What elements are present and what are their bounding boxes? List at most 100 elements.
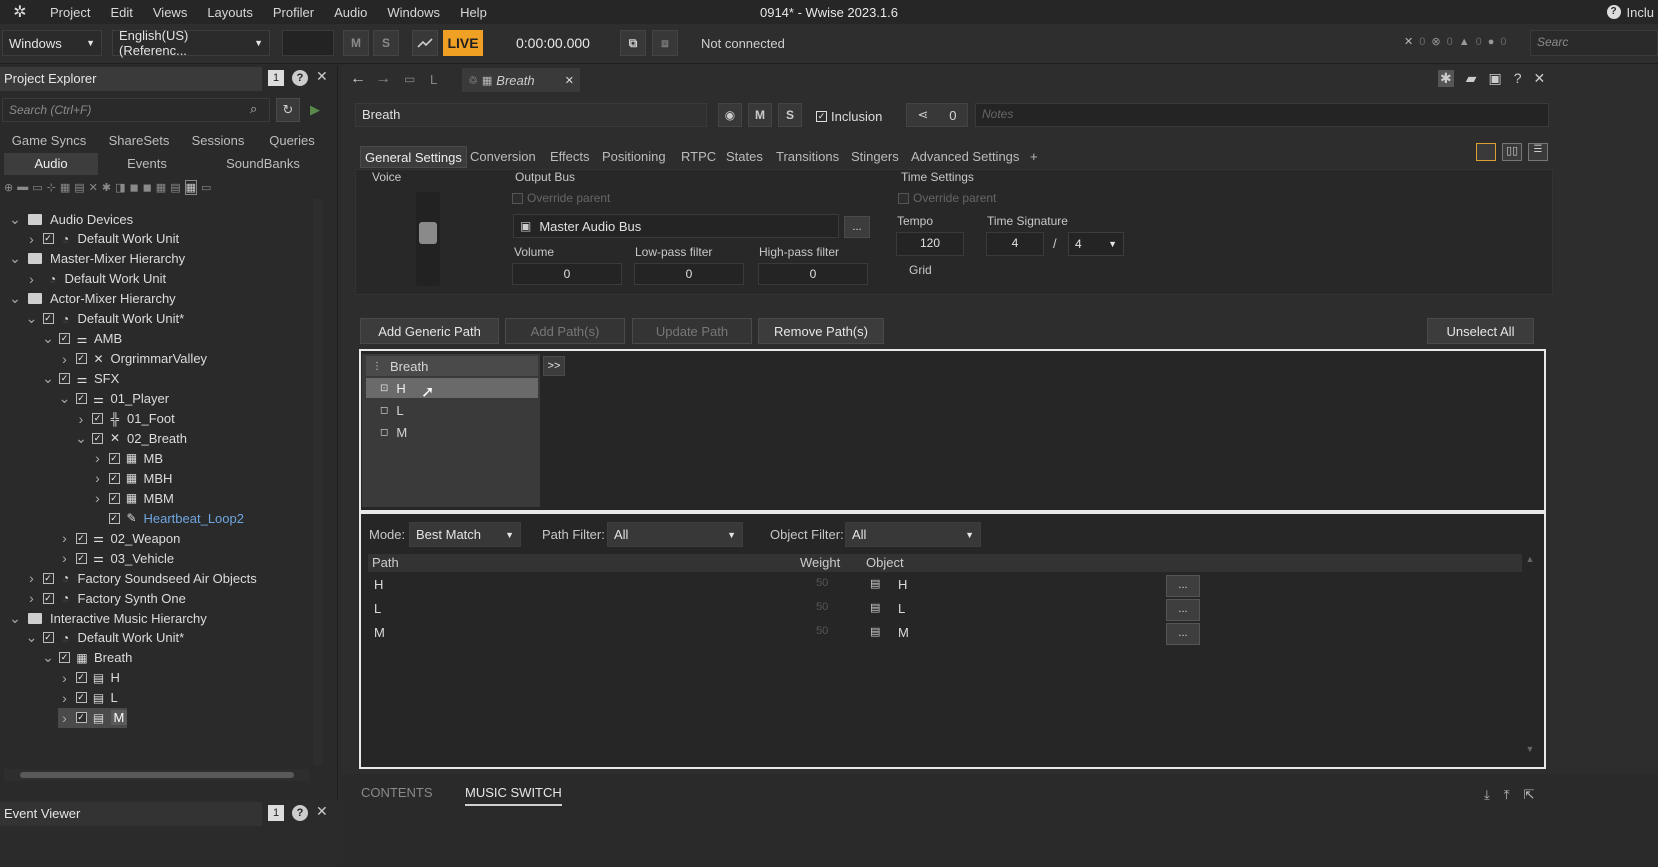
save-icon[interactable]: ▣ <box>1489 70 1502 87</box>
object-cell[interactable]: L <box>898 601 905 616</box>
object-cell[interactable]: H <box>898 577 907 592</box>
pin-icon[interactable]: ✱ <box>1438 70 1454 87</box>
help-icon[interactable]: ? <box>292 70 308 86</box>
menu-windows[interactable]: Windows <box>377 5 450 20</box>
forward-arrow-icon[interactable]: → <box>375 70 391 88</box>
chevron-right-icon[interactable]: › <box>74 411 88 427</box>
upload-icon[interactable]: ⤒ <box>1504 787 1510 803</box>
tree-item[interactable]: ⌄ Interactive Music Hierarchy <box>8 608 207 628</box>
help-icon[interactable]: ? <box>1514 70 1522 87</box>
include-checkbox[interactable]: ✓ <box>92 432 103 444</box>
time-signature-numerator[interactable]: 4 <box>986 232 1044 256</box>
chevron-right-icon[interactable]: › <box>58 690 72 706</box>
editor-tab-breath[interactable]: ♲ ▦ Breath ✕ <box>462 68 580 92</box>
music-icon[interactable]: ◼ <box>130 181 139 194</box>
column-weight[interactable]: Weight <box>800 555 840 570</box>
tree-item[interactable]: › ✓ ⚌ 03_Vehicle <box>58 548 174 568</box>
switch-icon[interactable]: ✕ <box>89 181 98 194</box>
tab-general-settings[interactable]: General Settings <box>360 146 467 168</box>
object-browse-button[interactable]: ... <box>1166 623 1200 645</box>
event-viewer-pin[interactable]: 1 <box>268 805 284 821</box>
track-icon[interactable]: ▦ <box>156 181 166 194</box>
chevron-right-icon[interactable]: › <box>91 490 105 506</box>
mode-select[interactable]: Best Match ▼ <box>409 522 521 547</box>
tab-effects[interactable]: Effects <box>546 146 594 168</box>
info-icon[interactable]: ● <box>1488 36 1495 48</box>
weight-cell[interactable]: 50 <box>816 601 828 613</box>
include-checkbox[interactable]: ✓ <box>75 552 87 564</box>
close-icon[interactable]: ✕ <box>316 68 328 85</box>
include-checkbox[interactable]: ✓ <box>59 333 70 345</box>
tree-item[interactable]: › ✓ ╬ 01_Foot <box>74 409 175 429</box>
chevron-right-icon[interactable]: › <box>25 590 39 606</box>
menu-project[interactable]: Project <box>40 5 100 20</box>
folder-icon[interactable]: ▬ <box>17 181 28 193</box>
sound-icon[interactable]: ◨ <box>115 181 125 194</box>
chevron-down-icon[interactable]: ⌄ <box>8 290 22 307</box>
include-checkbox[interactable]: ✓ <box>108 472 120 484</box>
chevron-right-icon[interactable]: › <box>25 231 39 247</box>
chevron-down-icon[interactable]: ⌄ <box>74 430 88 447</box>
close-icon[interactable]: ✕ <box>316 803 328 820</box>
tree-item[interactable]: ⌄ ✓ ⚌ 01_Player <box>58 389 169 409</box>
chevron-down-icon[interactable]: ⌄ <box>41 330 55 347</box>
editor-solo-button[interactable]: S <box>778 103 802 127</box>
path-filter-select[interactable]: All ▼ <box>607 522 743 547</box>
live-button[interactable]: LIVE <box>443 30 483 56</box>
chevron-down-icon[interactable]: ⌄ <box>25 310 39 327</box>
table-row[interactable]: H 50 ▤ H <box>368 574 1538 598</box>
weight-cell[interactable]: 50 <box>816 625 828 637</box>
tree-item[interactable]: ✓ ✎ Heartbeat_Loop2 <box>91 508 244 528</box>
chevron-right-icon[interactable]: › <box>58 530 72 546</box>
download-icon[interactable]: ⤓ <box>1484 787 1490 803</box>
open-folder-icon[interactable]: ▰ <box>1466 70 1477 87</box>
actor-mixer-icon[interactable]: ⊹ <box>47 181 56 194</box>
override-parent-checkbox[interactable]: Override parent <box>512 191 610 205</box>
tree-item[interactable]: ⌄ ✓ ✕ 02_Breath <box>74 428 187 448</box>
remote-connect-icon[interactable]: ⧉ <box>620 30 646 56</box>
tab-states[interactable]: States <box>722 146 767 168</box>
highpass-field[interactable]: 0 <box>758 263 868 285</box>
include-checkbox[interactable]: ✓ <box>108 512 120 524</box>
play-icon[interactable]: ▶ <box>310 102 320 118</box>
column-path[interactable]: Path <box>372 555 399 570</box>
bus-browse-button[interactable]: ... <box>844 216 870 238</box>
mute-button[interactable]: M <box>343 30 369 56</box>
inclusion-label[interactable]: Inclu <box>1627 5 1654 20</box>
chevron-down-icon[interactable]: ⌄ <box>8 610 22 627</box>
tempo-field[interactable]: 120 <box>896 232 964 256</box>
history-tab-label[interactable]: L <box>430 72 437 87</box>
popout-icon[interactable]: ⇱ <box>1524 787 1535 803</box>
create-icon[interactable]: ⊕ <box>4 181 13 194</box>
lowpass-field[interactable]: 0 <box>634 263 744 285</box>
include-checkbox[interactable]: ✓ <box>42 233 54 245</box>
sequence-icon[interactable]: ▤ <box>74 181 84 194</box>
notes-field[interactable]: Notes <box>975 103 1549 127</box>
time-signature-denominator[interactable]: 4 ▼ <box>1068 232 1124 256</box>
tree-item[interactable]: ⌄ ✓ ⚌ AMB <box>41 329 122 349</box>
disconnect-icon[interactable]: ⧈ <box>652 30 678 56</box>
error-icon[interactable]: ⊗ <box>1431 35 1440 48</box>
layout-split-icon[interactable]: ▯▯ <box>1502 143 1522 161</box>
include-checkbox[interactable]: ✓ <box>75 692 87 704</box>
voice-volume-slider[interactable] <box>416 192 440 286</box>
object-browse-button[interactable]: ... <box>1166 575 1200 597</box>
tab-sharesets[interactable]: ShareSets <box>100 133 178 148</box>
include-checkbox[interactable]: ✓ <box>75 672 87 684</box>
output-bus-field[interactable]: ▣ Master Audio Bus <box>513 214 839 238</box>
chevron-right-icon[interactable]: › <box>58 351 72 367</box>
layout-single-icon[interactable] <box>1476 143 1496 161</box>
include-checkbox[interactable]: ✓ <box>59 373 70 385</box>
close-icon[interactable]: ✕ <box>1404 35 1413 48</box>
warning-icon[interactable]: ▲ <box>1459 36 1470 48</box>
menu-profiler[interactable]: Profiler <box>263 5 324 20</box>
chevron-down-icon[interactable]: ⌄ <box>41 370 55 387</box>
tab-contents[interactable]: CONTENTS <box>361 785 433 800</box>
add-paths-button[interactable]: Add Path(s) <box>505 318 625 344</box>
tree-item[interactable]: ⌄ ✓ ◔ Default Work Unit* <box>25 309 185 329</box>
path-tree-root[interactable]: ⋮ Breath <box>366 356 538 376</box>
tab-sessions[interactable]: Sessions <box>182 133 254 148</box>
chevron-down-icon[interactable]: ⌄ <box>58 390 72 407</box>
tree-item[interactable]: › ✓ ⚌ 02_Weapon <box>58 528 180 548</box>
include-checkbox[interactable]: ✓ <box>108 452 120 464</box>
